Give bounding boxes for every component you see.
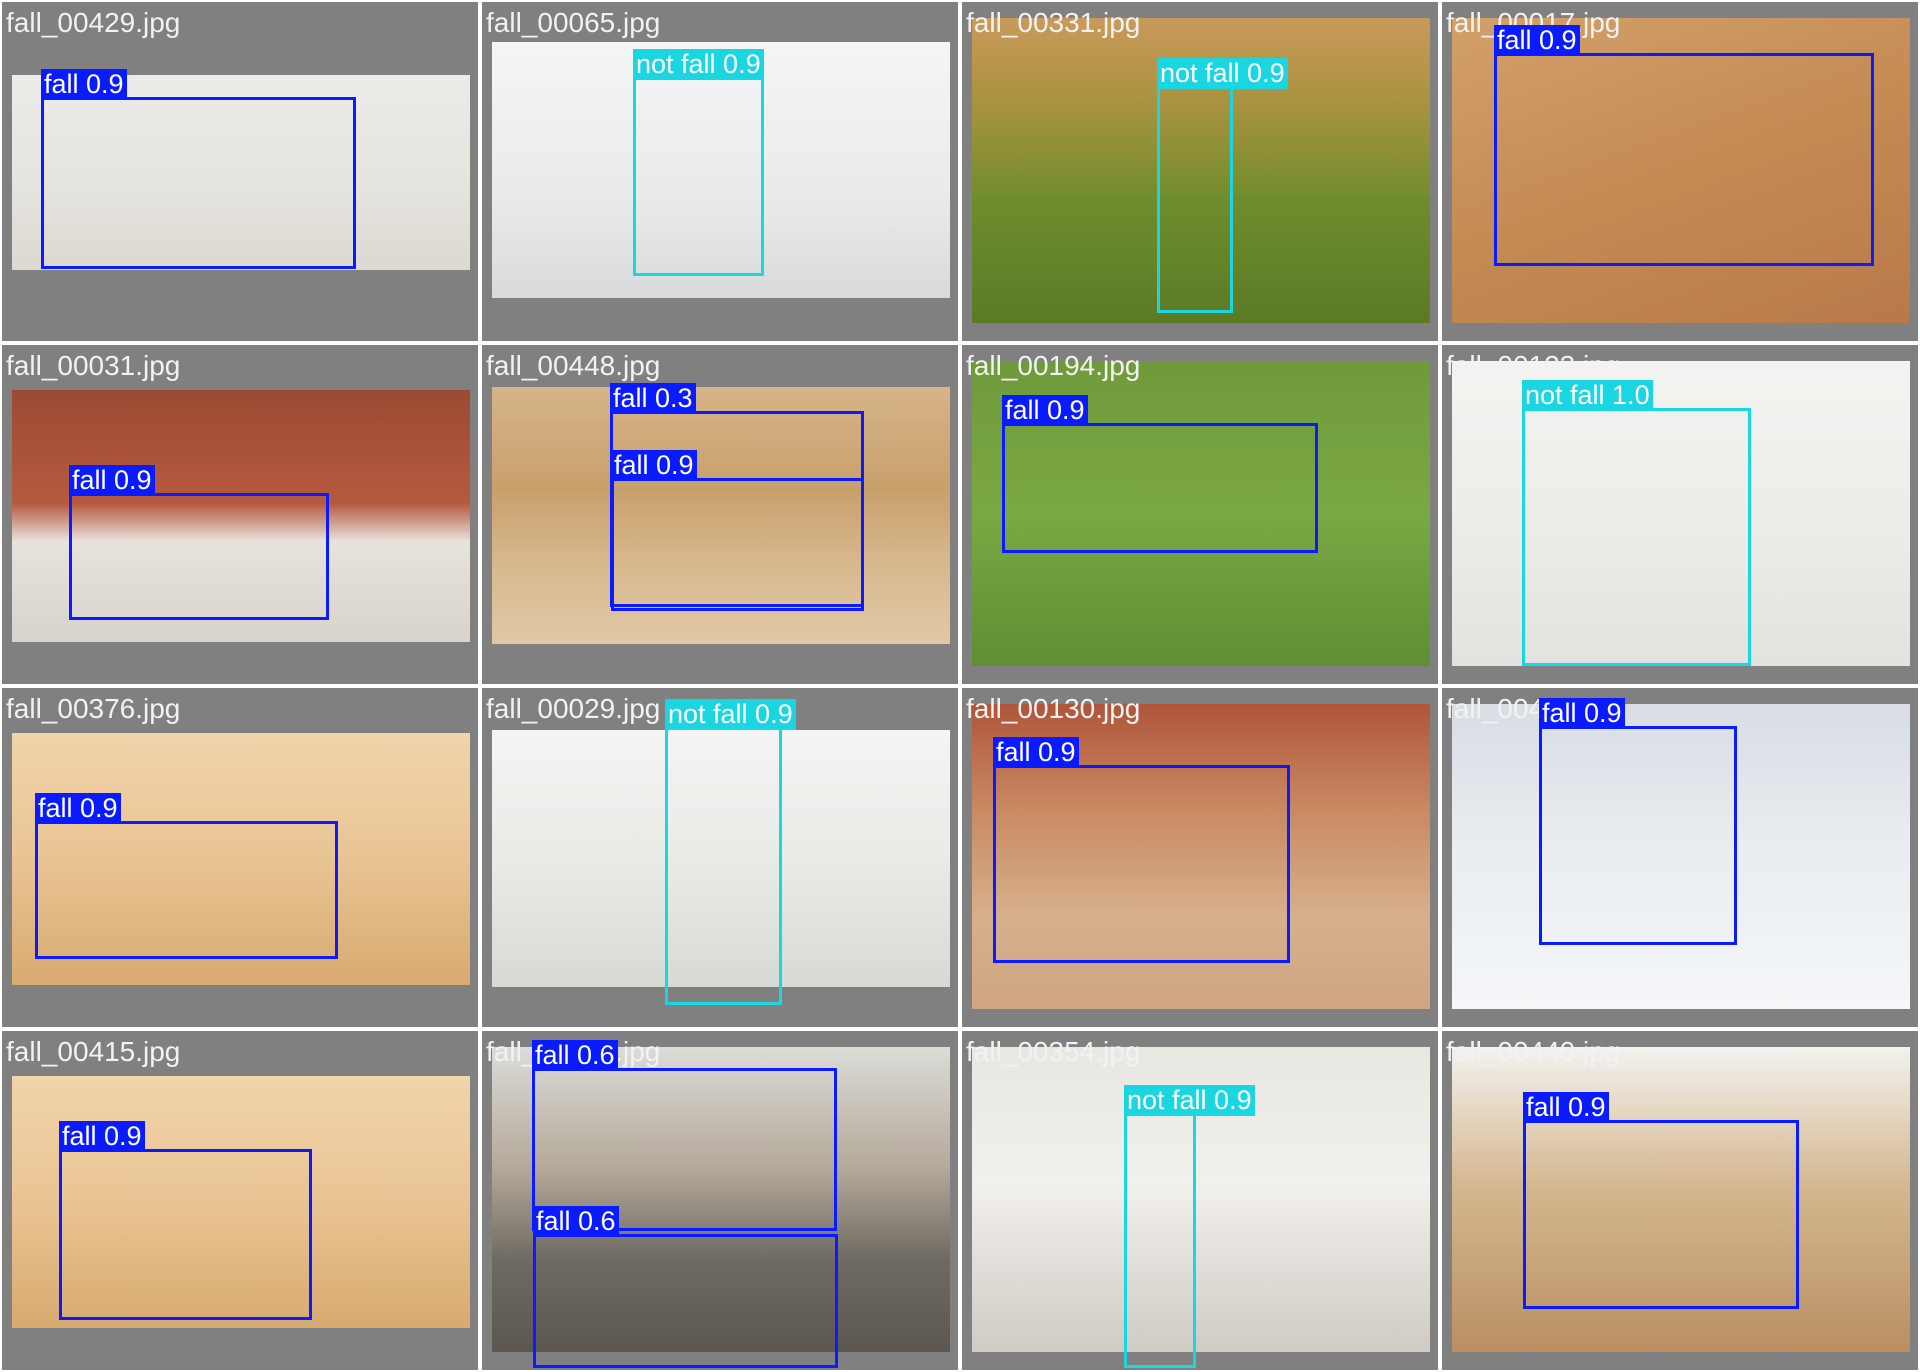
- fall-bounding-box: fall 0.6: [533, 1206, 838, 1368]
- detection-label: fall 0.9: [1539, 698, 1625, 729]
- fall-bounding-box: fall 0.9: [1494, 25, 1874, 266]
- not-fall-bounding-box: not fall 1.0: [1522, 380, 1751, 666]
- detection-label: fall 0.9: [41, 69, 127, 100]
- fall-bounding-box: fall 0.9: [1523, 1092, 1799, 1309]
- not-fall-bounding-box: not fall 0.9: [1124, 1085, 1255, 1368]
- filename-label: fall_00331.jpg: [966, 7, 1141, 38]
- not-fall-bounding-box: not fall 0.9: [1157, 58, 1288, 313]
- detection-label: not fall 0.9: [665, 699, 796, 730]
- fall-bounding-box: fall 0.9: [611, 450, 864, 611]
- detection-label: fall 0.9: [69, 465, 155, 496]
- filename-label: fall_00448.jpg: [486, 350, 661, 381]
- not-fall-bounding-box: not fall 0.9: [665, 699, 796, 1005]
- filename-label: fall_00194.jpg: [966, 350, 1141, 381]
- detection-label: not fall 1.0: [1522, 380, 1653, 411]
- result-tile-fall-00376-jpg: fall_00376.jpgfall 0.9: [2, 688, 478, 1027]
- filename-label: fall_00065.jpg: [486, 7, 661, 38]
- filename-label: fall_00440.jpg: [1446, 1036, 1621, 1067]
- filename-label: fall_00429.jpg: [6, 7, 181, 38]
- detection-label: fall 0.9: [1002, 395, 1088, 426]
- detection-label: fall 0.9: [1494, 25, 1580, 56]
- result-tile-fall-00065-jpg: fall_00065.jpgnot fall 0.9: [482, 2, 958, 341]
- filename-label: fall_00376.jpg: [6, 693, 181, 724]
- detection-label: not fall 0.9: [633, 49, 764, 80]
- result-tile-fall-00031-jpg: fall_00031.jpgfall 0.9: [2, 345, 478, 684]
- filename-label: fall_00029.jpg: [486, 693, 661, 724]
- result-tile-fall-00123-jpg: fall_00123.jpg not fall 1.0: [1442, 345, 1918, 684]
- fall-bounding-box: fall 0.9: [35, 793, 338, 959]
- fall-bounding-box: fall 0.9: [41, 69, 356, 269]
- fall-bounding-box: fall 0.9: [1002, 395, 1318, 553]
- detection-label: fall 0.9: [611, 450, 697, 481]
- result-tile-fall-00429-jpg: fall_00429.jpgfall 0.9: [2, 2, 478, 341]
- result-tile-fall-00017-jpg: fall_00017.jpg fall 0.9: [1442, 2, 1918, 341]
- filename-label: fall_00130.jpg: [966, 693, 1141, 724]
- filename-label: fall_00354.jpg: [966, 1036, 1141, 1067]
- filename-label: fall_00415.jpg: [6, 1036, 181, 1067]
- result-tile-fall-00194-jpg: fall_00194.jpgfall 0.9: [962, 345, 1438, 684]
- result-tile-fall-00448-jpg: fall_00448.jpg fall 0.3 fall 0.9: [482, 345, 958, 684]
- fall-bounding-box: fall 0.9: [69, 465, 329, 620]
- fall-bounding-box: fall 0.9: [993, 737, 1290, 963]
- result-tile-fall-00252-jpg: fall_00252.jpgfall 0.6fall 0.6: [482, 1031, 958, 1370]
- detection-label: fall 0.9: [59, 1121, 145, 1152]
- result-tile-fall-00440-jpg: fall_00440.jpgfall 0.9: [1442, 1031, 1918, 1370]
- detection-results-grid: fall_00429.jpg fall 0.9 fall_00065.jpg not …: [0, 0, 1920, 1372]
- detection-label: fall 0.3: [610, 383, 696, 414]
- fall-bounding-box: fall 0.9: [1539, 698, 1737, 945]
- detection-label: not fall 0.9: [1124, 1085, 1255, 1116]
- detection-label: fall 0.9: [35, 793, 121, 824]
- detection-label: fall 0.6: [533, 1206, 619, 1237]
- result-tile-fall-00130-jpg: fall_00130.jpgfall 0.9: [962, 688, 1438, 1027]
- result-tile-fall-00354-jpg: fall_00354.jpgnot fall 0.9: [962, 1031, 1438, 1370]
- result-tile-fall-00331-jpg: fall_00331.jpgnot fall 0.9: [962, 2, 1438, 341]
- detection-label: fall 0.6: [532, 1040, 618, 1071]
- result-tile-fall-00406-jpg: fall_00406.jpg fall 0.9: [1442, 688, 1918, 1027]
- detection-label: not fall 0.9: [1157, 58, 1288, 89]
- result-tile-fall-00029-jpg: fall_00029.jpg not fall 0.9: [482, 688, 958, 1027]
- detection-label: fall 0.9: [993, 737, 1079, 768]
- detection-label: fall 0.9: [1523, 1092, 1609, 1123]
- fall-bounding-box: fall 0.9: [59, 1121, 312, 1320]
- not-fall-bounding-box: not fall 0.9: [633, 49, 764, 276]
- filename-label: fall_00031.jpg: [6, 350, 181, 381]
- result-tile-fall-00415-jpg: fall_00415.jpgfall 0.9: [2, 1031, 478, 1370]
- filename-label: fall_00123.jpg: [1446, 350, 1621, 381]
